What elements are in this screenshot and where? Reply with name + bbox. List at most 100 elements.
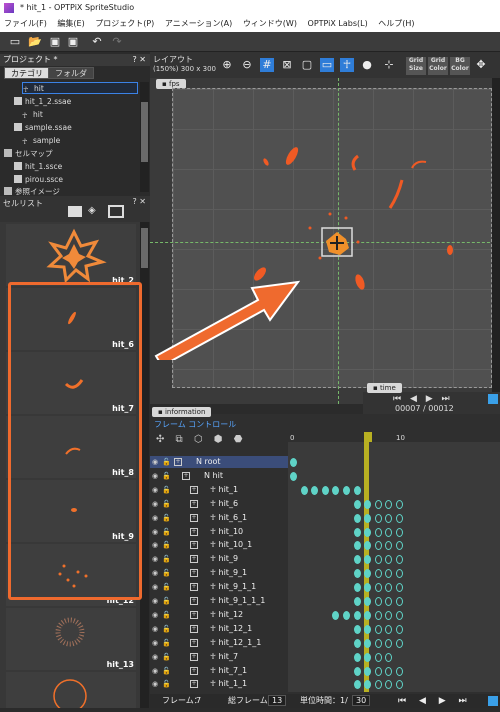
keyframe-marker[interactable] xyxy=(374,638,382,648)
keyframe-marker[interactable] xyxy=(353,624,361,634)
save-all-icon[interactable]: ▣ xyxy=(66,35,80,49)
keyframe-marker[interactable] xyxy=(364,569,372,579)
visibility-icon[interactable]: ◉ xyxy=(152,639,158,647)
keyframe-marker[interactable] xyxy=(364,610,372,620)
keyframe-marker[interactable] xyxy=(385,597,393,606)
keyframe-marker[interactable] xyxy=(364,513,372,523)
keyframe-marker[interactable] xyxy=(385,583,393,593)
lock-icon[interactable]: 🔓 xyxy=(162,667,171,675)
undo-icon[interactable]: ↶ xyxy=(90,35,104,49)
keyframe-marker[interactable] xyxy=(374,666,382,676)
keyframe-marker[interactable] xyxy=(343,610,350,620)
keyframe-marker[interactable] xyxy=(385,652,393,662)
part-row[interactable]: ◉ 🔓 + N hit xyxy=(150,470,288,482)
cell-item[interactable]: hit_6 xyxy=(6,288,136,350)
keyframe-marker[interactable] xyxy=(353,541,361,551)
part-row[interactable]: ◉ 🔓 + ☥ hit_1_1 xyxy=(150,678,288,690)
loop-icon[interactable] xyxy=(488,696,498,706)
part-row[interactable]: ◉ 🔓 + ☥ hit_10_1 xyxy=(150,539,288,551)
part-row[interactable]: ◉ 🔓 + ☥ hit_12_1 xyxy=(150,623,288,635)
cell-view-icon[interactable]: ◈ xyxy=(88,205,102,217)
grid-toggle-icon[interactable]: # xyxy=(260,58,274,72)
bounds-icon[interactable]: ▭ xyxy=(320,58,334,72)
information-tab[interactable]: ▪ information xyxy=(152,407,212,417)
keyframe-marker[interactable] xyxy=(364,555,372,565)
keyframe-marker[interactable] xyxy=(396,638,403,648)
part-row[interactable]: ◉ 🔓 + ☥ hit_9_1_1_1 xyxy=(150,595,288,607)
zoom-out-icon[interactable]: ⊖ xyxy=(240,58,254,72)
tree-item-hit-ssce[interactable]: hit_1.ssce xyxy=(14,161,62,173)
keyframe-marker[interactable] xyxy=(300,485,308,495)
frame-icon[interactable]: ▢ xyxy=(300,58,314,72)
keyframe-marker[interactable] xyxy=(396,597,403,606)
part-row[interactable]: ◉ 🔓 + ☥ hit_6 xyxy=(150,498,288,510)
keyframe-marker[interactable] xyxy=(374,555,382,565)
keyframe-marker[interactable] xyxy=(374,569,382,579)
lock-icon[interactable]: 🔓 xyxy=(162,528,171,536)
tree-item-hit-anim[interactable]: ☥ hit xyxy=(22,109,43,121)
open-icon[interactable]: 📂 xyxy=(28,35,42,49)
keyframe-marker[interactable] xyxy=(290,471,297,481)
menu-edit[interactable]: 編集(E) xyxy=(53,16,88,32)
keyframe-marker[interactable] xyxy=(374,610,382,620)
shadow-icon[interactable]: ● xyxy=(360,58,374,72)
keyframe-marker[interactable] xyxy=(374,597,382,606)
cell-item[interactable]: hit_7 xyxy=(6,352,136,414)
part-row[interactable]: ◉ 🔓 + N root xyxy=(150,456,288,468)
keyframe-marker[interactable] xyxy=(396,527,403,537)
visibility-icon[interactable]: ◉ xyxy=(152,528,158,536)
bottom-playback-controls[interactable]: ⏮ ◀ ▶ ⏭ xyxy=(398,694,472,708)
visibility-icon[interactable]: ◉ xyxy=(152,555,158,563)
keyframe-marker[interactable] xyxy=(364,666,372,676)
cell-item[interactable]: hit_9 xyxy=(6,480,136,542)
lock-icon[interactable]: 🔓 xyxy=(162,555,171,563)
cell-item[interactable]: hit_2 xyxy=(6,224,136,286)
keyframe-marker[interactable] xyxy=(364,652,372,662)
keyframe-marker[interactable] xyxy=(364,527,372,537)
keyframe-marker[interactable] xyxy=(385,666,393,676)
keyframe-marker[interactable] xyxy=(385,680,393,690)
menu-project[interactable]: プロジェクト(P) xyxy=(91,16,158,32)
visibility-icon[interactable]: ◉ xyxy=(152,500,158,508)
pin-icon[interactable]: ? ✕ xyxy=(133,54,147,66)
playback-controls[interactable]: ⏮ ◀ ▶ ⏭ xyxy=(393,394,453,404)
lock-icon[interactable]: 🔓 xyxy=(162,541,171,549)
save-icon[interactable]: ▣ xyxy=(48,35,62,49)
visibility-icon[interactable]: ◉ xyxy=(152,625,158,633)
zoom-in-icon[interactable]: ⊕ xyxy=(220,58,234,72)
keyframe-marker[interactable] xyxy=(321,485,329,495)
visibility-icon[interactable]: ◉ xyxy=(152,597,158,605)
keyframe-marker[interactable] xyxy=(396,680,403,690)
keyframe-marker[interactable] xyxy=(385,569,393,579)
keyframe-marker[interactable] xyxy=(353,583,361,593)
visibility-icon[interactable]: ◉ xyxy=(152,514,158,522)
part-row[interactable]: ◉ 🔓 + ☥ hit_10 xyxy=(150,526,288,538)
grid-size-button[interactable]: Grid Size xyxy=(406,57,426,75)
keyframe-marker[interactable] xyxy=(374,513,382,523)
part-tools-icons[interactable]: ✣ ⧉ ⬡ ⬢ ⬣ xyxy=(156,434,246,445)
scroll-thumb[interactable] xyxy=(141,102,148,162)
visibility-icon[interactable]: ◉ xyxy=(152,569,158,577)
visibility-icon[interactable]: ◉ xyxy=(152,472,158,480)
pivot-icon[interactable]: ⊠ xyxy=(280,58,294,72)
tree-item-sample[interactable]: ☥ sample xyxy=(22,135,60,147)
keyframe-marker[interactable] xyxy=(374,527,382,537)
keyframe-marker[interactable] xyxy=(396,541,403,551)
tree-item-cellmap[interactable]: セルマップ xyxy=(4,148,53,160)
visibility-icon[interactable]: ◉ xyxy=(152,541,158,549)
cell-item[interactable] xyxy=(6,672,136,708)
lock-icon[interactable]: 🔓 xyxy=(162,639,171,647)
keyframe-marker[interactable] xyxy=(396,610,403,620)
new-icon[interactable]: ▭ xyxy=(8,35,22,49)
keyframe-marker[interactable] xyxy=(396,666,403,676)
keyframe-marker[interactable] xyxy=(396,499,403,509)
visibility-icon[interactable]: ◉ xyxy=(152,680,158,688)
keyframe-marker[interactable] xyxy=(396,555,403,565)
keyframe-marker[interactable] xyxy=(364,638,372,648)
keyframe-marker[interactable] xyxy=(353,638,361,648)
keyframe-marker[interactable] xyxy=(353,597,361,606)
scroll-thumb[interactable] xyxy=(141,228,148,268)
menu-window[interactable]: ウィンドウ(W) xyxy=(239,16,301,32)
lock-icon[interactable]: 🔓 xyxy=(162,653,171,661)
lock-icon[interactable]: 🔓 xyxy=(162,680,171,688)
